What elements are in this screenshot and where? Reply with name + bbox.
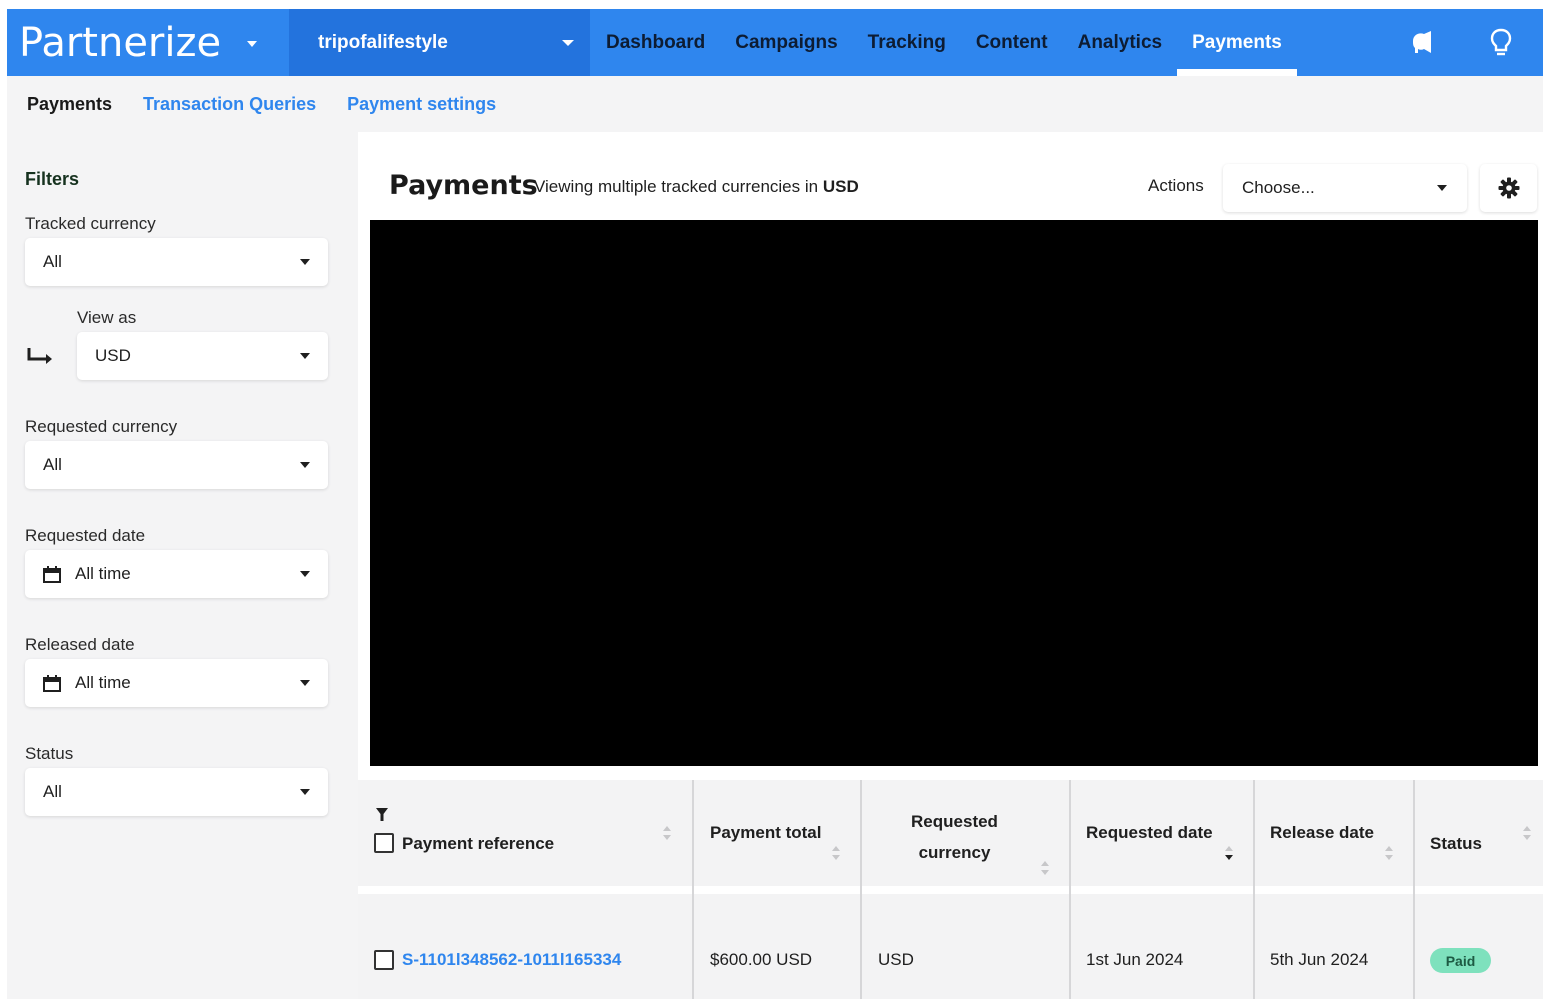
sort-icon[interactable] [1383, 843, 1395, 863]
view-as-label: View as [77, 308, 137, 327]
column-divider [692, 780, 694, 999]
nav-payments[interactable]: Payments [1177, 9, 1297, 76]
calendar-icon [43, 565, 61, 583]
brand-switcher[interactable]: Partnerize [7, 9, 289, 76]
tracked-currency-select[interactable]: All [25, 238, 328, 286]
column-divider [1069, 780, 1071, 999]
requested-date-select[interactable]: All time [25, 550, 328, 598]
subdirectory-arrow-icon [27, 348, 52, 364]
actions-label: Actions [1148, 176, 1204, 195]
view-as-select[interactable]: USD [77, 332, 328, 380]
nav-icon-group [1407, 9, 1543, 76]
status-label: Status [25, 744, 74, 763]
status-badge: Paid [1430, 948, 1491, 973]
sort-icon[interactable] [1521, 823, 1533, 843]
calendar-icon [43, 674, 61, 692]
filter-icon[interactable] [375, 807, 389, 823]
filters-title: Filters [25, 169, 80, 189]
column-header-status[interactable]: Status [1430, 791, 1482, 897]
subnav-transaction-queries[interactable]: Transaction Queries [143, 94, 316, 115]
nav-analytics[interactable]: Analytics [1063, 9, 1177, 76]
actions-value: Choose... [1242, 178, 1315, 197]
lightbulb-icon[interactable] [1485, 27, 1517, 59]
header-line-2: currency [918, 843, 991, 862]
released-date-label: Released date [25, 635, 135, 654]
chevron-down-icon [562, 39, 574, 46]
page-subtitle: Viewing multiple tracked currencies in U… [534, 177, 859, 197]
nav-dashboard[interactable]: Dashboard [590, 9, 720, 76]
release-date-cell: 5th Jun 2024 [1270, 950, 1369, 969]
status-value: All [43, 782, 62, 801]
requested-currency-value: All [43, 455, 62, 474]
column-header-payment-reference[interactable]: Payment reference [402, 791, 554, 897]
released-date-select[interactable]: All time [25, 659, 328, 707]
sort-icon[interactable] [661, 823, 673, 843]
gear-icon [1498, 177, 1519, 199]
column-header-requested-date[interactable]: Requested date [1086, 780, 1213, 886]
view-as-value: USD [95, 346, 131, 365]
chevron-down-icon [300, 571, 310, 577]
tracked-currency-value: All [43, 252, 62, 271]
chevron-down-icon [300, 789, 310, 795]
actions-select[interactable]: Choose... [1223, 164, 1467, 212]
requested-date-value: All time [75, 564, 131, 583]
column-divider [1253, 780, 1255, 999]
chevron-down-icon [300, 680, 310, 686]
main-nav: Dashboard Campaigns Tracking Content Ana… [590, 9, 1297, 76]
chevron-down-icon [247, 40, 258, 47]
subnav-payments[interactable]: Payments [27, 94, 112, 115]
payments-table: Payment reference Payment total Requeste… [358, 780, 1543, 999]
filters-sidebar: Filters Tracked currency All View as USD… [7, 132, 358, 999]
column-divider [1413, 780, 1415, 999]
partnerize-logo: Partnerize [19, 19, 222, 66]
tracked-currency-label: Tracked currency [25, 214, 156, 233]
announcement-icon[interactable] [1407, 27, 1439, 59]
header-line-1: Requested [911, 812, 998, 831]
settings-button[interactable] [1480, 164, 1537, 212]
page-title: Payments [389, 170, 538, 201]
column-header-payment-total[interactable]: Payment total [710, 780, 821, 886]
sub-nav: Payments Transaction Queries Payment set… [7, 76, 1543, 132]
requested-date-cell: 1st Jun 2024 [1086, 950, 1184, 969]
column-header-requested-currency[interactable]: Requested currency [878, 806, 1031, 868]
row-checkbox[interactable] [374, 950, 394, 970]
payments-chart-redacted [370, 220, 1538, 766]
sort-icon[interactable] [1039, 858, 1051, 878]
chevron-down-icon [300, 462, 310, 468]
requested-date-label: Requested date [25, 526, 146, 545]
payment-reference-link[interactable]: S-1101l348562-1011l165334 [402, 950, 621, 970]
account-switcher[interactable]: tripofalifestyle [289, 9, 590, 76]
released-date-value: All time [75, 673, 131, 692]
requested-currency-label: Requested currency [25, 417, 178, 436]
sort-descending-icon[interactable] [1223, 843, 1235, 863]
payment-total-cell: $600.00 USD [710, 950, 813, 969]
table-row [358, 894, 1543, 999]
column-divider [860, 780, 862, 999]
select-all-checkbox[interactable] [374, 833, 394, 853]
chevron-down-icon [300, 259, 310, 265]
top-nav-bar: Partnerize tripofalifestyle Dashboard Ca… [7, 9, 1543, 76]
requested-currency-select[interactable]: All [25, 441, 328, 489]
nav-content[interactable]: Content [961, 9, 1063, 76]
requested-currency-cell: USD [878, 950, 914, 969]
account-name: tripofalifestyle [318, 31, 448, 53]
nav-tracking[interactable]: Tracking [853, 9, 961, 76]
status-select[interactable]: All [25, 768, 328, 816]
chevron-down-icon [1437, 185, 1447, 191]
column-header-release-date[interactable]: Release date [1270, 780, 1374, 886]
subtitle-currency: USD [822, 177, 859, 196]
sort-icon[interactable] [830, 843, 842, 863]
chevron-down-icon [300, 353, 310, 359]
subtitle-text: Viewing multiple tracked currencies in [534, 177, 819, 196]
subnav-payment-settings[interactable]: Payment settings [347, 94, 496, 115]
nav-campaigns[interactable]: Campaigns [720, 9, 852, 76]
